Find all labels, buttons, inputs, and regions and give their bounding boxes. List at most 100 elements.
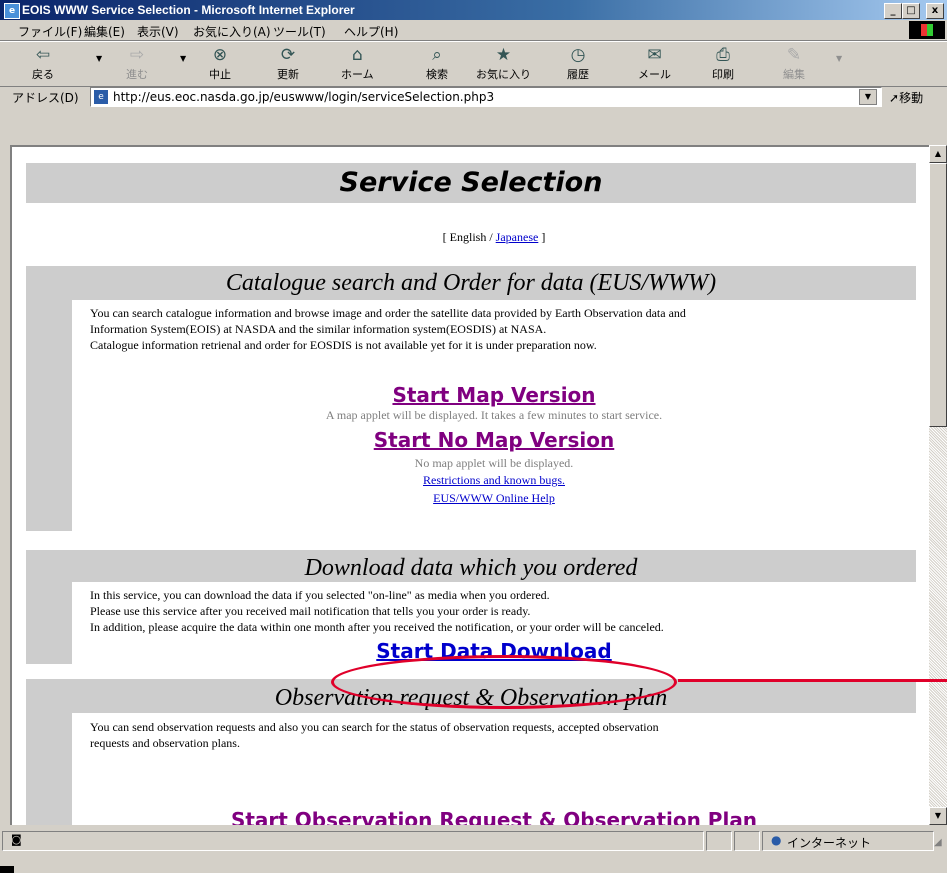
page-title: Service Selection	[339, 167, 603, 198]
browser-window: e EOIS WWW Service Selection - Microsoft…	[0, 0, 947, 873]
history-label: 履歴	[567, 68, 589, 81]
close-button[interactable]: x	[926, 3, 944, 19]
standard-toolbar: ⇦ 戻る ▼ ⇨ 進む ▼ ⊗ 中止 ⟳ 更新 ⌂ ホーム ⌕ 検索 ★ お気に入り ◷ 履歴 …	[0, 41, 947, 87]
minimize-button[interactable]: _	[884, 3, 902, 19]
no-map-note: No map applet will be displayed.	[414, 456, 574, 470]
status-panel	[734, 831, 760, 851]
page-title-banner: Service Selection	[26, 163, 916, 203]
maximize-button[interactable]: □	[902, 3, 920, 19]
search-label: 検索	[426, 68, 448, 81]
observation-description: You can send observation requests and al…	[90, 719, 910, 751]
online-help-link[interactable]: EUS/WWW Online Help	[433, 491, 555, 505]
print-label: 印刷	[712, 68, 734, 81]
map-version-note: A map applet will be displayed. It takes…	[325, 408, 663, 422]
description-line: Please use this service after you receiv…	[90, 604, 531, 618]
mail-label: メール	[638, 68, 671, 81]
section-heading: Catalogue search and Order for data (EUS…	[225, 270, 717, 296]
address-url[interactable]: http://eus.eoc.nasda.go.jp/euswww/login/…	[113, 90, 494, 104]
title-bar: e EOIS WWW Service Selection - Microsoft…	[0, 0, 947, 20]
japanese-link[interactable]: Japanese	[496, 230, 539, 244]
start-observation-request-link[interactable]: Start Observation Request & Observation …	[231, 808, 757, 825]
menu-tools[interactable]: ツール(T)	[273, 23, 326, 40]
annotation-callout-line	[678, 679, 947, 682]
search-button[interactable]: ⌕ 検索	[426, 44, 448, 82]
menu-file[interactable]: ファイル(F)	[18, 23, 82, 40]
section-sidebar	[26, 582, 72, 664]
refresh-button[interactable]: ⟳ 更新	[277, 44, 299, 82]
menu-view[interactable]: 表示(V)	[137, 23, 179, 40]
globe-icon: ●	[771, 833, 782, 847]
no-map-link-wrap: Start No Map Version	[72, 428, 916, 455]
stop-button[interactable]: ⊗ 中止	[209, 44, 231, 82]
start-map-version-link[interactable]: Start Map Version	[392, 383, 595, 407]
favorites-icon: ★	[495, 45, 512, 65]
address-bar: アドレス(D) e http://eus.eoc.nasda.go.jp/eus…	[0, 86, 947, 108]
address-input[interactable]: e http://eus.eoc.nasda.go.jp/euswww/logi…	[90, 87, 882, 107]
language-switch: [ English / Japanese ]	[72, 230, 916, 245]
annotation-ellipse	[331, 655, 677, 709]
print-button[interactable]: ⎙ 印刷	[712, 44, 734, 82]
description-line: You can send observation requests and al…	[90, 720, 659, 734]
window-title: EOIS WWW Service Selection - Microsoft I…	[22, 3, 355, 17]
section-sidebar	[26, 300, 72, 531]
stop-icon: ⊗	[212, 45, 228, 65]
address-label: アドレス(D)	[12, 91, 79, 105]
back-label: 戻る	[32, 68, 54, 81]
scroll-down-icon[interactable]: ▼	[929, 807, 947, 825]
refresh-label: 更新	[277, 68, 299, 81]
restrictions-link[interactable]: Restrictions and known bugs.	[423, 473, 565, 487]
section-sidebar	[26, 713, 72, 825]
edit-label: 編集	[783, 68, 805, 81]
start-no-map-version-link[interactable]: Start No Map Version	[374, 428, 615, 452]
search-icon: ⌕	[432, 45, 442, 65]
section-heading: Download data which you ordered	[304, 555, 638, 581]
status-bar: ◙ ● インターネット ◢	[0, 829, 947, 873]
lang-suffix: ]	[538, 230, 546, 244]
home-button[interactable]: ⌂ ホーム	[341, 44, 374, 82]
forward-arrow-icon: ⇨	[129, 45, 145, 65]
status-panel	[706, 831, 732, 851]
vertical-scrollbar[interactable]: ▲ ▼	[929, 145, 947, 825]
print-icon: ⎙	[716, 45, 730, 65]
history-icon: ◷	[570, 45, 586, 65]
observation-link-wrap: Start Observation Request & Observation …	[72, 808, 916, 825]
menu-help[interactable]: ヘルプ(H)	[344, 23, 398, 40]
download-description: In this service, you can download the da…	[90, 587, 910, 635]
menu-favorites[interactable]: お気に入り(A)	[193, 23, 271, 40]
back-dropdown-icon[interactable]: ▼	[96, 54, 102, 63]
corner-mark	[0, 866, 14, 873]
section-header-catalogue: Catalogue search and Order for data (EUS…	[26, 266, 916, 300]
scroll-thumb[interactable]	[929, 163, 947, 427]
menu-bar: ファイル(F) 編集(E) 表示(V) お気に入り(A) ツール(T) ヘルプ(…	[0, 20, 947, 41]
go-label: 移動	[899, 91, 924, 105]
status-zone-panel: ● インターネット	[762, 831, 934, 851]
menu-edit[interactable]: 編集(E)	[84, 23, 125, 40]
description-line: Catalogue information retrienal and orde…	[90, 338, 597, 352]
history-button[interactable]: ◷ 履歴	[567, 44, 589, 82]
lang-english: [ English /	[442, 230, 496, 244]
back-button[interactable]: ⇦ 戻る	[32, 44, 54, 82]
favorites-button[interactable]: ★ お気に入り	[476, 44, 531, 82]
description-line: In addition, please acquire the data wit…	[90, 620, 664, 634]
zone-label: インターネット	[787, 836, 872, 850]
go-button[interactable]: ➚移動	[889, 89, 923, 106]
edit-dropdown-icon[interactable]: ▼	[836, 54, 842, 63]
forward-label: 進む	[126, 68, 148, 81]
description-line: requests and observation plans.	[90, 736, 240, 750]
description-line: In this service, you can download the da…	[90, 588, 550, 602]
help-link-wrap: EUS/WWW Online Help	[72, 491, 916, 506]
forward-button[interactable]: ⇨ 進む	[126, 44, 148, 82]
description-line: Information System(EOIS) at NASDA and th…	[90, 322, 547, 336]
stop-label: 中止	[209, 68, 231, 81]
forward-dropdown-icon[interactable]: ▼	[180, 54, 186, 63]
address-dropdown-icon[interactable]: ▼	[859, 89, 877, 105]
scroll-up-icon[interactable]: ▲	[929, 145, 947, 163]
mail-button[interactable]: ✉ メール	[638, 44, 671, 82]
page-icon: e	[94, 90, 108, 104]
edit-icon: ✎	[786, 45, 802, 65]
resize-grip-icon[interactable]: ◢	[934, 837, 942, 848]
edit-button[interactable]: ✎ 編集	[783, 44, 805, 82]
go-arrow-icon: ➚	[889, 91, 900, 105]
section-header-download: Download data which you ordered	[26, 550, 916, 582]
mail-icon: ✉	[647, 45, 662, 65]
